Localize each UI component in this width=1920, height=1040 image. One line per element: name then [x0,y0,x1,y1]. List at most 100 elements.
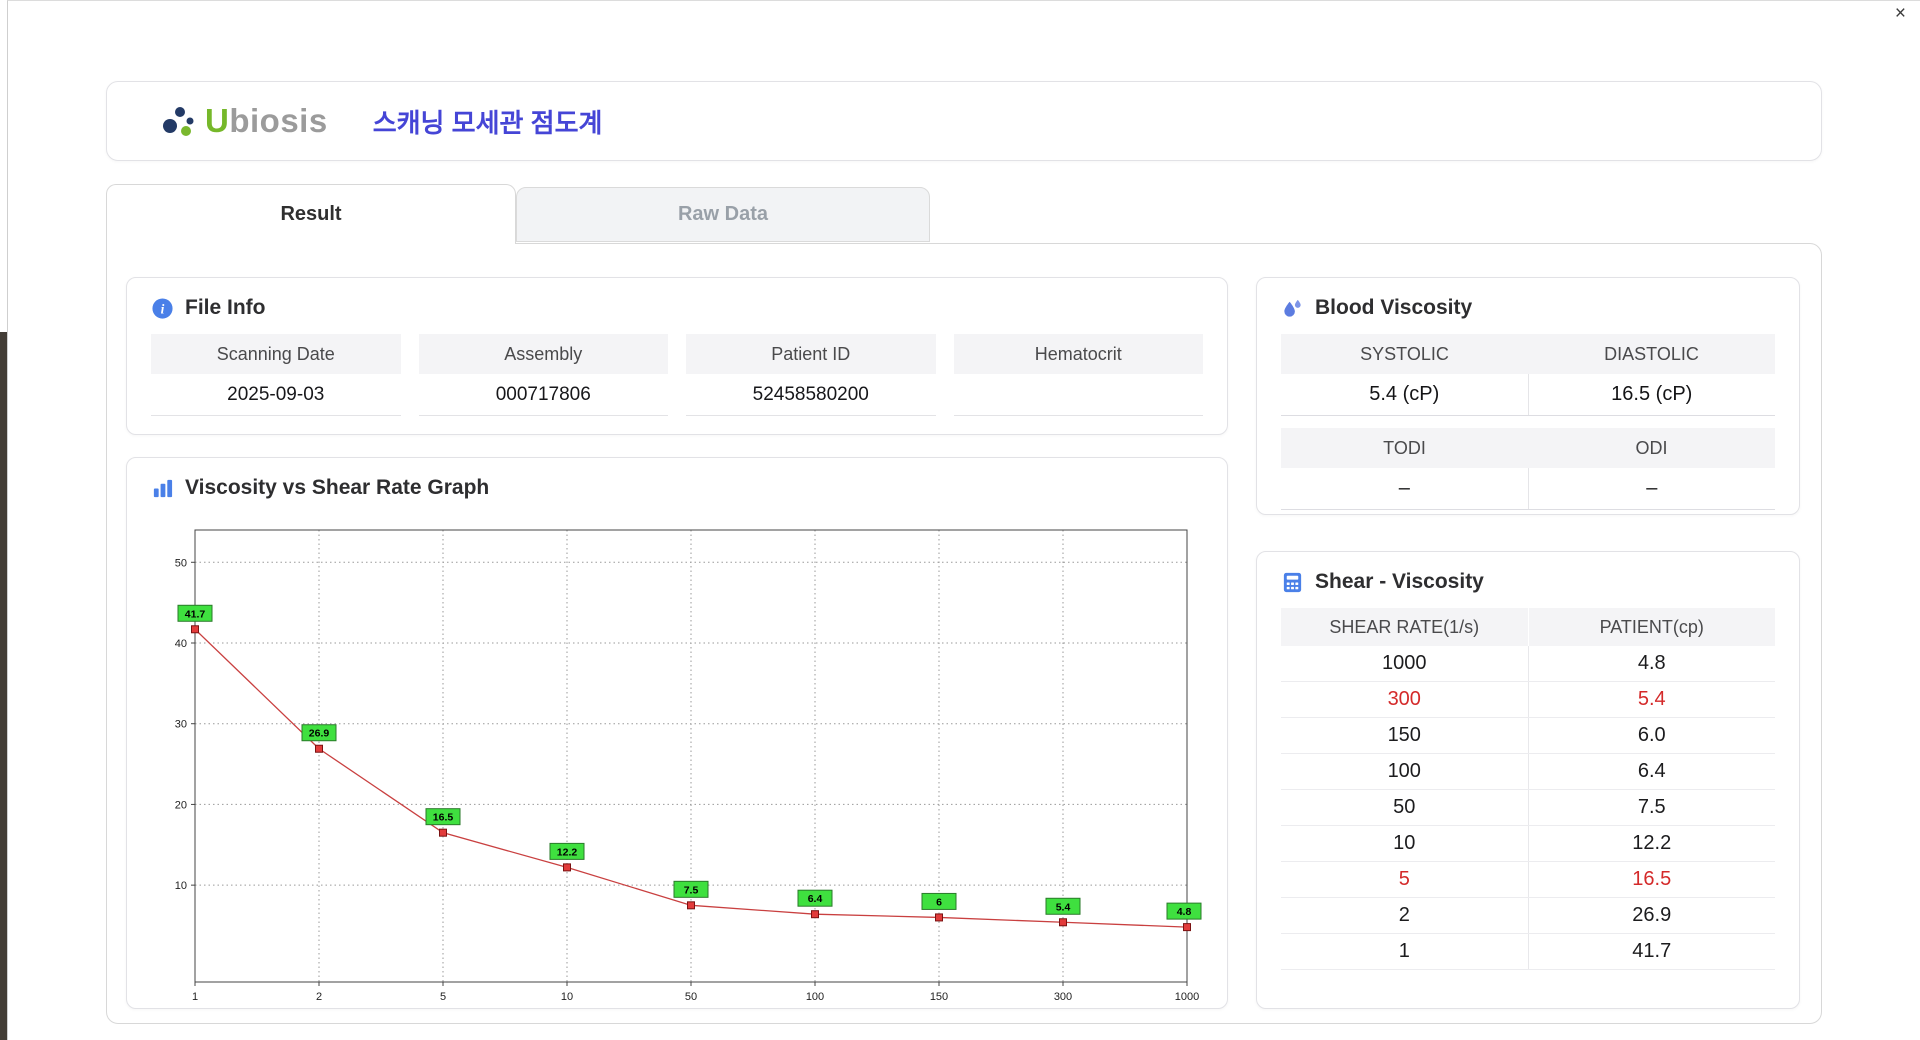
shear-table-row: 2 26.9 [1281,898,1775,934]
shear-table-row: 1000 4.8 [1281,646,1775,682]
droplet-icon [1284,299,1301,317]
patient-column-header: PATIENT(cp) [1599,616,1704,637]
file-info-field: Assembly 000717806 [418,334,668,416]
shear-table-row: 50 7.5 [1281,790,1775,826]
patient-cell: 26.9 [1632,904,1672,926]
svg-text:5.4: 5.4 [1056,901,1071,913]
shear-rate-cell: 300 [1281,682,1529,717]
svg-text:1: 1 [192,991,198,1003]
field-value [953,374,1203,416]
svg-text:30: 30 [175,719,187,731]
patient-cell: 41.7 [1632,940,1672,962]
shear-table-row: 300 5.4 [1281,682,1775,718]
svg-text:10: 10 [175,880,187,892]
odi-value: – [1646,477,1658,499]
svg-text:50: 50 [685,991,697,1003]
shear-rate-cell: 5 [1281,862,1529,897]
svg-text:20: 20 [175,799,187,811]
shear-rate-cell: 2 [1281,898,1529,933]
todi-label: TODI [1383,437,1426,458]
app-window: × Ubiosis 스캐닝 모세관 점도계 Result Raw Data i … [7,0,1920,1040]
blood-viscosity-metrics: SYSTOLIC DIASTOLIC 5.4 (cP) 16.5 (cP) TO… [1281,334,1775,510]
shear-rate-cell: 50 [1281,790,1529,825]
field-value: 52458580200 [686,374,936,416]
odi-label: ODI [1635,437,1668,458]
svg-text:100: 100 [806,991,824,1003]
graph-card: Viscosity vs Shear Rate Graph 1 2 5 10 50 100… [126,457,1228,1009]
shear-table-row: 150 6.0 [1281,718,1775,754]
blood-viscosity-title-text: Blood Viscosity [1315,296,1473,319]
svg-text:300: 300 [1054,991,1072,1003]
file-info-field: Patient ID 52458580200 [686,334,936,416]
svg-text:40: 40 [175,638,187,650]
file-info-field: Hematocrit [953,334,1203,416]
svg-text:16.5: 16.5 [433,812,454,824]
shear-rate-column-header: SHEAR RATE(1/s) [1281,608,1529,646]
shear-viscosity-table: SHEAR RATE(1/s) PATIENT(cp) 1000 4.8 300 5.… [1281,608,1775,970]
shear-rate-cell: 1000 [1281,646,1529,681]
shear-rate-cell: 100 [1281,754,1529,789]
info-icon: i [152,297,173,319]
patient-cell: 6.4 [1637,760,1666,782]
svg-text:4.8: 4.8 [1177,906,1192,918]
patient-cell: 6.0 [1637,724,1666,746]
file-info-field: Scanning Date 2025-09-03 [151,334,401,416]
shear-viscosity-title-text: Shear - Viscosity [1315,570,1484,593]
logo-letter-u: U [205,102,230,139]
patient-cell: 7.5 [1637,796,1666,818]
field-value: 2025-09-03 [151,374,401,416]
shear-viscosity-title: Shear - Viscosity [1257,552,1799,594]
file-info-fields: Scanning Date 2025-09-03 Assembly 000717806… [151,334,1203,416]
logo-text: Ubiosis [205,102,328,140]
shear-rate-cell: 10 [1281,826,1529,861]
tab-result[interactable]: Result [106,184,516,244]
svg-text:12.2: 12.2 [557,846,578,858]
shear-table-body: 1000 4.8 300 5.4 150 6.0 100 6.4 50 7.5 10 12.2 5 16.… [1281,646,1775,970]
patient-cell: 5.4 [1637,688,1666,710]
app-header: Ubiosis 스캐닝 모세관 점도계 [106,81,1822,161]
tab-raw-data[interactable]: Raw Data [516,187,930,242]
field-label: Patient ID [686,334,936,374]
shear-rate-cell: 1 [1281,934,1529,969]
svg-text:i: i [161,301,165,316]
patient-cell: 12.2 [1632,832,1672,854]
shear-table-row: 10 12.2 [1281,826,1775,862]
diastolic-value: 16.5 (cP) [1611,383,1693,405]
svg-text:6.4: 6.4 [808,893,823,905]
blood-viscosity-card: Blood Viscosity SYSTOLIC DIASTOLIC 5.4 (… [1256,277,1800,515]
systolic-value: 5.4 (cP) [1281,374,1529,415]
metric-value-row: – – [1281,468,1775,510]
blood-viscosity-title: Blood Viscosity [1257,278,1799,320]
svg-text:5: 5 [440,991,446,1003]
metric-value-row: 5.4 (cP) 16.5 (cP) [1281,374,1775,416]
todi-value: – [1281,468,1529,509]
patient-cell: 4.8 [1637,652,1666,674]
page-title: 스캐닝 모세관 점도계 [372,107,603,138]
field-value: 000717806 [418,374,668,416]
viscosity-chart: 1 2 5 10 50 100 150 300 1000 10 20 30 40 50 41.7 26.9 16… [175,529,1202,1003]
field-label: Assembly [418,334,668,374]
logo-mark-icon [163,107,194,136]
shear-rate-cell: 150 [1281,718,1529,753]
svg-text:10: 10 [561,991,573,1003]
systolic-label: SYSTOLIC [1360,343,1449,364]
logo-rest: biosis [229,102,328,139]
file-info-card: i File Info Scanning Date 2025-09-03 Assem… [126,277,1228,435]
file-info-title: i File Info [127,278,1227,320]
shear-table-header: SHEAR RATE(1/s) PATIENT(cp) [1281,608,1775,646]
shear-table-row: 5 16.5 [1281,862,1775,898]
svg-text:2: 2 [316,991,322,1003]
metric-header-row: SYSTOLIC DIASTOLIC [1281,334,1775,374]
shear-table-row: 100 6.4 [1281,754,1775,790]
graph-title: Viscosity vs Shear Rate Graph [127,458,1227,500]
close-icon[interactable]: × [1895,4,1906,23]
graph-title-text: Viscosity vs Shear Rate Graph [185,476,490,499]
svg-text:1000: 1000 [1175,991,1199,1003]
svg-text:41.7: 41.7 [185,608,206,620]
file-info-title-text: File Info [185,296,266,319]
desktop-edge [0,332,7,1040]
app-logo: Ubiosis [159,100,328,142]
shear-table-row: 1 41.7 [1281,934,1775,970]
svg-text:7.5: 7.5 [684,884,699,896]
svg-text:50: 50 [175,557,187,569]
